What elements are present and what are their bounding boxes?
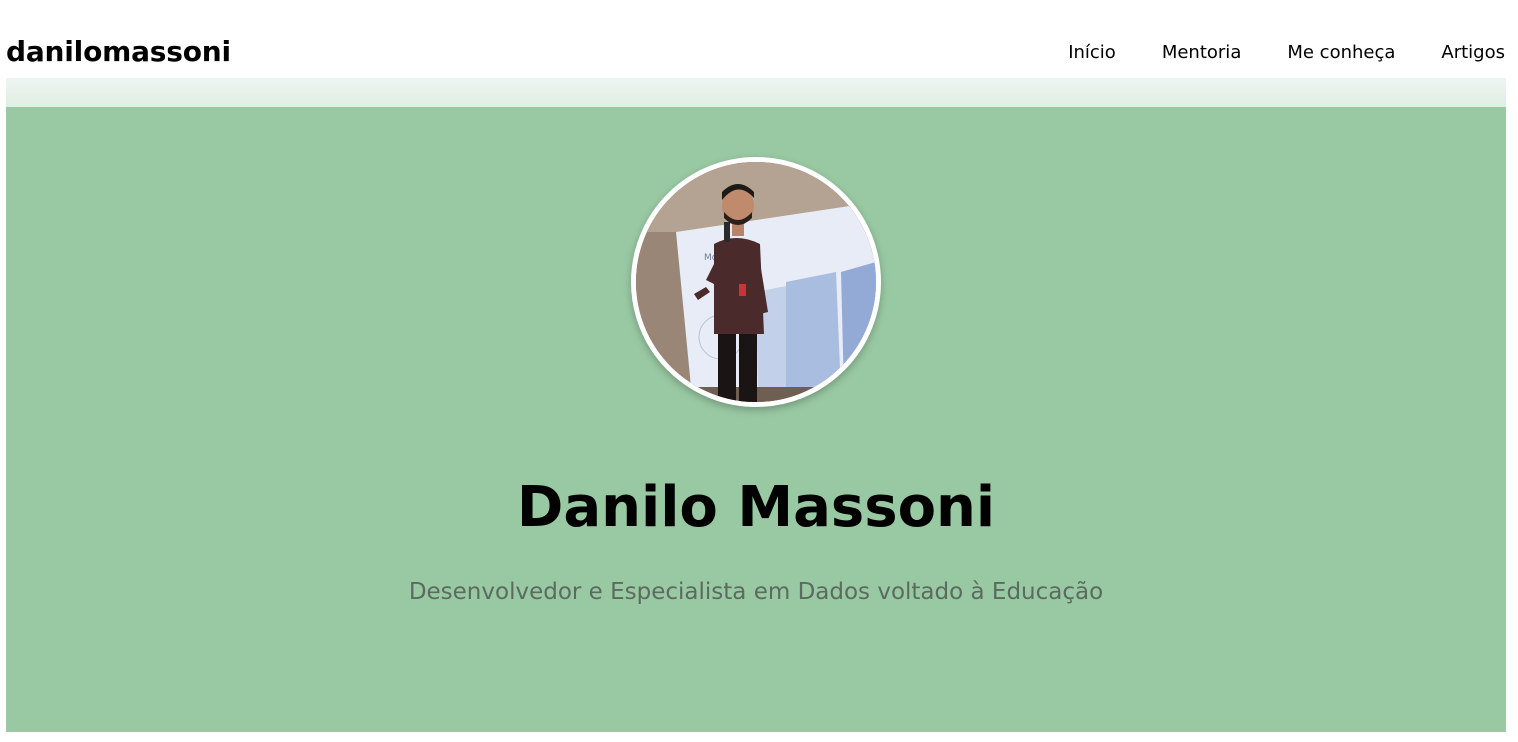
avatar: Movi (631, 157, 881, 407)
navbar: danilomassoni Início Mentoria Me conheça… (0, 0, 1518, 107)
nav-item-inicio[interactable]: Início (1068, 42, 1116, 63)
avatar-photo: Movi (636, 162, 876, 402)
brand-logo[interactable]: danilomassoni (6, 35, 231, 68)
hero-section: Movi (6, 107, 1506, 732)
nav-item-me-conheca[interactable]: Me conheça (1287, 42, 1395, 63)
nav-menu: Início Mentoria Me conheça Artigos (1068, 42, 1505, 63)
page: danilomassoni Início Mentoria Me conheça… (0, 0, 1518, 742)
navbar-shadow (6, 78, 1506, 107)
nav-item-mentoria[interactable]: Mentoria (1162, 42, 1242, 63)
hero-subtitle: Desenvolvedor e Especialista em Dados vo… (408, 579, 1104, 605)
hero-title: Danilo Massoni (516, 475, 996, 540)
nav-item-artigos[interactable]: Artigos (1441, 42, 1505, 63)
